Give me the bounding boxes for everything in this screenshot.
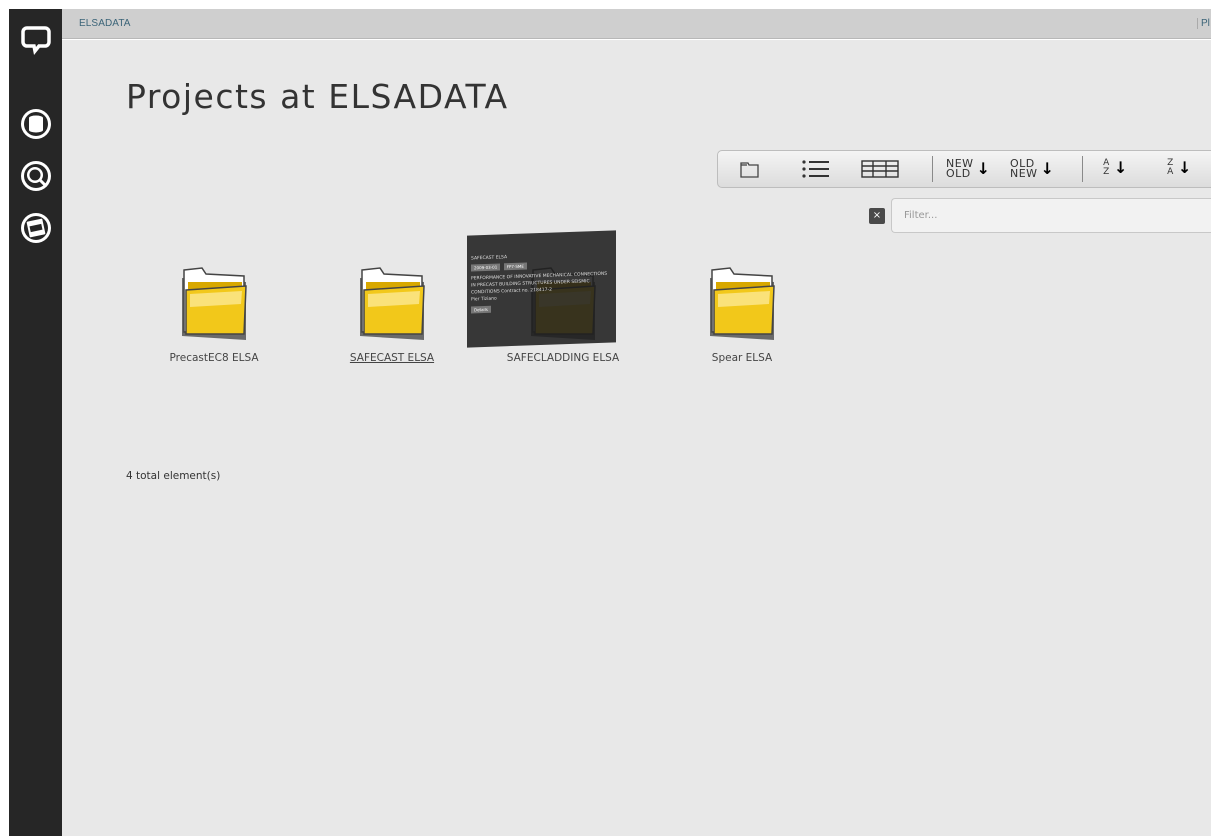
folder-item[interactable]: SAFECAST ELSA — [312, 260, 472, 370]
breadcrumb-root[interactable]: ELSADATA — [79, 18, 131, 29]
sort-z-a-button[interactable]: Z A ↓ — [1166, 159, 1191, 177]
toolbar-separator — [1082, 156, 1083, 182]
folder-item[interactable]: Spear ELSA — [662, 260, 822, 370]
sort-old-new-button[interactable]: OLD NEW ↓ — [1010, 158, 1054, 180]
page-title: Projects at ELSADATA — [126, 77, 509, 116]
folder-icon — [710, 267, 775, 340]
arrow-down-icon: ↓ — [976, 159, 990, 178]
folder-view-icon — [740, 162, 759, 178]
folder-label[interactable]: PrecastEC8 ELSA — [134, 352, 294, 364]
tooltip-chip: 2009-03-01 — [471, 263, 501, 272]
folder-label[interactable]: SAFECLADDING ELSA — [483, 352, 643, 364]
search-icon[interactable] — [18, 158, 54, 194]
sidebar — [9, 9, 62, 836]
app-logo-icon[interactable] — [18, 20, 54, 56]
database-icon[interactable] — [18, 106, 54, 142]
arrow-down-icon: ↓ — [1040, 159, 1054, 178]
sort-label-bottom: OLD — [946, 167, 971, 180]
folder-icon — [360, 267, 425, 340]
folder-icon — [182, 267, 247, 340]
sort-new-old-button[interactable]: NEW OLD ↓ — [946, 158, 990, 180]
sort-a-z-button[interactable]: A Z ↓ — [1102, 159, 1127, 177]
sort-label-bottom: A — [1167, 167, 1174, 177]
top-right-label[interactable]: Pl — [1197, 18, 1211, 29]
total-count: 4 total element(s) — [126, 470, 221, 482]
tooltip-chip: FP7-SME — [503, 262, 527, 271]
filter-clear-button[interactable]: × — [869, 208, 885, 224]
view-sort-toolbar: NEW OLD ↓ OLD NEW ↓ A Z ↓ Z A ↓ — [717, 150, 1211, 188]
sort-label-bottom: NEW — [1010, 167, 1038, 180]
project-tooltip: SAFECAST ELSA 2009-03-01 FP7-SME PERFORM… — [467, 230, 616, 348]
manual-icon[interactable] — [18, 210, 54, 246]
list-view-icon — [802, 160, 829, 178]
folder-label[interactable]: Spear ELSA — [662, 352, 822, 364]
sort-label-bottom: Z — [1103, 167, 1110, 177]
list-view-button[interactable] — [800, 151, 832, 187]
main-content: Projects at ELSADATA NEW OLD ↓ OLD NEW ↓… — [62, 40, 1211, 836]
table-view-button[interactable] — [860, 151, 900, 187]
toolbar-separator — [932, 156, 933, 182]
arrow-down-icon: ↓ — [1114, 158, 1128, 177]
tooltip-badge[interactable]: Details — [471, 305, 491, 314]
arrow-down-icon: ↓ — [1178, 158, 1192, 177]
filter-input[interactable] — [891, 198, 1211, 233]
folder-view-button[interactable] — [738, 151, 762, 187]
folder-item[interactable]: PrecastEC8 ELSA — [134, 260, 294, 370]
table-view-icon — [861, 160, 899, 178]
folder-label[interactable]: SAFECAST ELSA — [312, 352, 472, 364]
breadcrumb-bar: ELSADATA Pl — [62, 9, 1211, 39]
